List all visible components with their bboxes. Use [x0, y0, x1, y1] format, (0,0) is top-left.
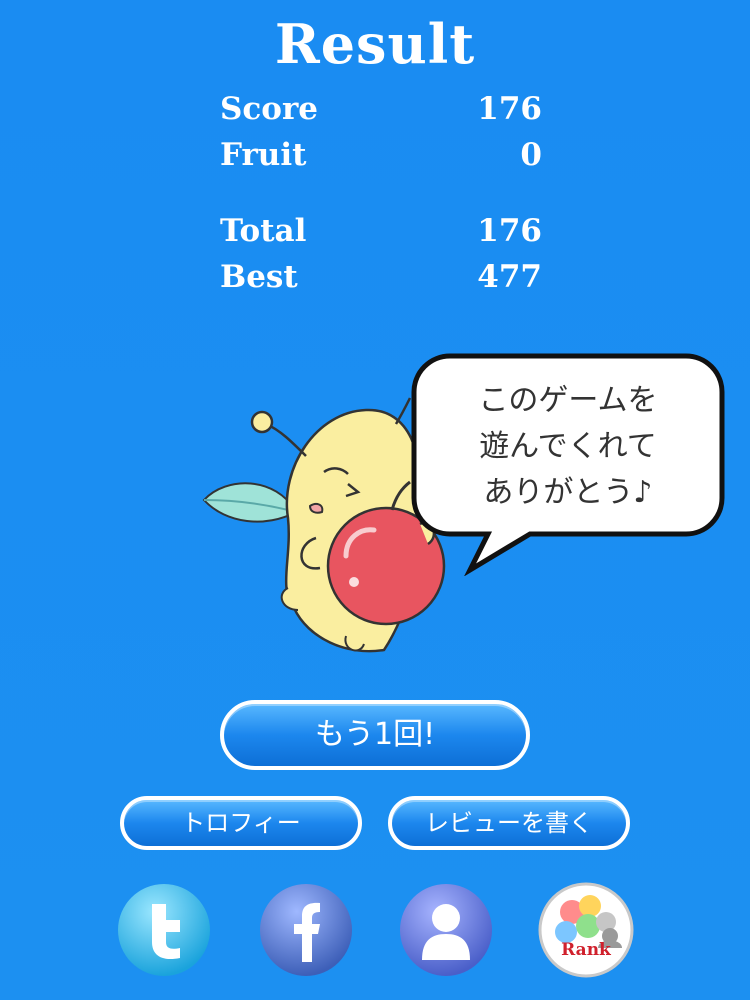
best-value: 477 — [477, 259, 542, 295]
rank-label: Rank — [561, 940, 611, 960]
best-label: Best — [220, 259, 298, 295]
score-label: Score — [220, 91, 318, 127]
twitter-icon — [118, 884, 210, 976]
fruit-row: Fruit 0 — [220, 132, 542, 178]
result-screen: Result Score 176 Fruit 0 Total 176 Best … — [0, 0, 750, 1000]
total-row: Total 176 — [220, 208, 542, 254]
score-value: 176 — [477, 91, 542, 127]
speech-text: このゲームを 遊んでくれて ありがとう♪ — [420, 378, 716, 516]
total-value: 176 — [477, 213, 542, 249]
fruit-value: 0 — [520, 137, 542, 173]
profile-icon — [400, 884, 492, 976]
score-row: Score 176 — [220, 86, 542, 132]
trophy-button[interactable]: トロフィー — [120, 796, 362, 850]
facebook-button[interactable] — [258, 882, 354, 978]
rank-icon — [538, 882, 634, 978]
write-review-button[interactable]: レビューを書く — [388, 796, 630, 850]
profile-button[interactable] — [398, 882, 494, 978]
ranking-button[interactable]: Rank — [538, 882, 634, 978]
fruit-label: Fruit — [220, 137, 307, 173]
retry-button[interactable]: もう1回! — [220, 700, 530, 770]
result-title: Result — [274, 12, 476, 76]
score-table: Score 176 Fruit 0 Total 176 Best 477 — [220, 86, 542, 300]
best-row: Best 477 — [220, 254, 542, 300]
twitter-button[interactable] — [116, 882, 212, 978]
speech-line: このゲームを — [478, 383, 658, 418]
facebook-icon — [260, 884, 352, 976]
total-label: Total — [220, 213, 307, 249]
speech-line: 遊んでくれて — [479, 429, 657, 464]
speech-line: ありがとう♪ — [483, 475, 653, 510]
